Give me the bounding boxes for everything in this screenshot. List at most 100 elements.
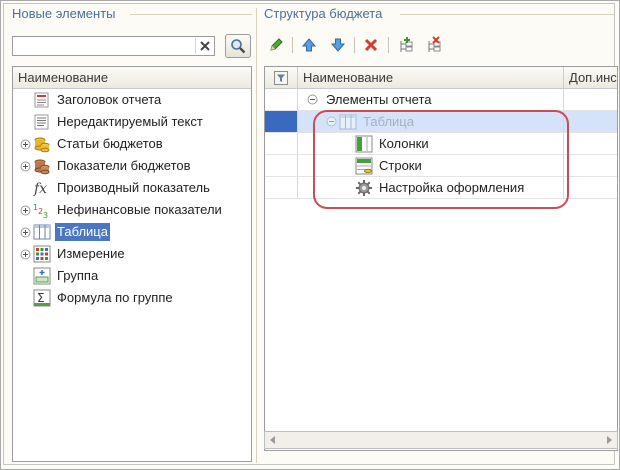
coins-stack-icon (34, 159, 50, 175)
filter-column-header[interactable] (265, 67, 298, 88)
left-tree-item[interactable]: Σ Формула по группе (13, 287, 251, 309)
left-tree-body: Заголовок отчета Нередактируемый текст Ста… (13, 89, 251, 309)
expand-toggle[interactable] (17, 224, 33, 240)
scroll-left-button[interactable] (265, 432, 281, 448)
arrow-left-icon (270, 436, 275, 444)
extra-column-header[interactable]: Доп.инс (564, 67, 617, 88)
numbers-icon: 123 (33, 203, 48, 219)
left-tree-item[interactable]: Нередактируемый текст (13, 111, 251, 133)
expand-toggle[interactable] (17, 246, 33, 262)
left-tree-item[interactable]: Таблица (13, 221, 251, 243)
remove-element-button[interactable] (423, 34, 445, 56)
svg-text:fx: fx (33, 181, 47, 197)
row-marker-cell[interactable] (265, 111, 298, 132)
expand-plus-icon (20, 205, 30, 215)
panel-separator[interactable] (256, 8, 257, 463)
add-element-icon (400, 37, 413, 52)
expand-plus-icon (20, 227, 30, 237)
left-tree-item-label: Статьи бюджетов (57, 136, 163, 151)
row-marker-cell[interactable] (265, 133, 298, 154)
svg-text:3: 3 (43, 211, 48, 219)
left-tree-item-label: Формула по группе (57, 290, 173, 305)
collapse-toggle[interactable] (304, 92, 320, 108)
expand-toggle[interactable] (17, 202, 33, 218)
text-block-icon (34, 114, 49, 130)
left-tree-item[interactable]: fx Производный показатель (13, 177, 251, 199)
expand-toggle[interactable] (17, 136, 33, 152)
toolbar-separator (354, 37, 355, 53)
structure-row[interactable]: Элементы отчета (265, 89, 617, 111)
expand-toggle[interactable] (17, 158, 33, 174)
right-title-line (400, 14, 614, 15)
row-marker-cell[interactable] (265, 155, 298, 176)
left-tree-item-label: Заголовок отчета (57, 92, 162, 107)
table-icon (33, 224, 51, 240)
left-tree-item-label: Измерение (57, 246, 125, 261)
right-grid-header: Наименование Доп.инс (265, 67, 617, 89)
search-field[interactable] (13, 37, 193, 55)
new-elements-tree: Наименование Заголовок отчета Нередактиру… (12, 66, 252, 462)
item-icon: fx (33, 179, 51, 197)
coins-icon (34, 137, 50, 153)
delete-button[interactable] (360, 34, 382, 56)
report-header-icon (34, 92, 49, 108)
filter-icon (274, 70, 288, 85)
row-marker-cell[interactable] (265, 89, 298, 110)
clear-x-icon (199, 41, 210, 51)
name-column-header-label: Наименование (303, 70, 394, 85)
move-down-button[interactable] (327, 34, 349, 56)
add-element-button[interactable] (395, 34, 417, 56)
left-tree-item-label: Группа (57, 268, 99, 283)
item-icon (33, 223, 51, 241)
expand-plus-icon (20, 249, 30, 259)
toolbar-separator (292, 37, 293, 53)
remove-element-icon (428, 36, 441, 52)
edit-button[interactable] (265, 34, 287, 56)
search-input[interactable] (12, 36, 215, 56)
left-tree-item[interactable]: Измерение (13, 243, 251, 265)
move-up-icon (301, 38, 317, 52)
structure-row-label: Элементы отчета (326, 91, 432, 107)
row-marker-cell[interactable] (265, 177, 298, 198)
move-down-icon (330, 38, 346, 52)
item-icon: 123 (33, 201, 51, 219)
expand-plus-icon (20, 139, 30, 149)
scroll-right-button[interactable] (601, 432, 617, 448)
item-icon (33, 113, 51, 131)
horizontal-scrollbar[interactable] (264, 431, 618, 449)
left-tree-item[interactable]: Заголовок отчета (13, 89, 251, 111)
item-icon: Σ (33, 289, 51, 307)
left-tree-item-label: Производный показатель (57, 180, 210, 195)
left-tree-item-label: Нефинансовые показатели (57, 202, 222, 217)
left-tree-item-label: Таблица (55, 223, 110, 241)
column-divider (563, 89, 564, 110)
left-tree-item-label: Показатели бюджетов (57, 158, 191, 173)
left-tree-item[interactable]: Группа (13, 265, 251, 287)
clear-search-button[interactable] (195, 38, 213, 54)
left-column-header[interactable]: Наименование (13, 67, 251, 89)
item-icon (33, 91, 51, 109)
search-button[interactable] (225, 34, 251, 58)
move-up-button[interactable] (298, 34, 320, 56)
grid-icon (33, 245, 51, 263)
collapse-minus-icon (307, 94, 317, 105)
toolbar-separator (388, 37, 389, 53)
edit-pencil-icon (270, 38, 283, 51)
left-tree-item[interactable]: 1 2 3 Нефинансовые показатели (13, 199, 251, 221)
name-column-header[interactable]: Наименование (298, 67, 564, 88)
sigma-icon: Σ (33, 289, 51, 307)
item-icon (33, 157, 51, 175)
structure-row-content: Элементы отчета (304, 89, 434, 110)
magnifier-icon (231, 39, 246, 54)
left-tree-item[interactable]: Статьи бюджетов (13, 133, 251, 155)
expand-plus-icon (20, 161, 30, 171)
left-tree-item[interactable]: Показатели бюджетов (13, 155, 251, 177)
highlight-annotation (313, 110, 569, 209)
group-icon (33, 267, 51, 285)
item-icon (33, 267, 51, 285)
